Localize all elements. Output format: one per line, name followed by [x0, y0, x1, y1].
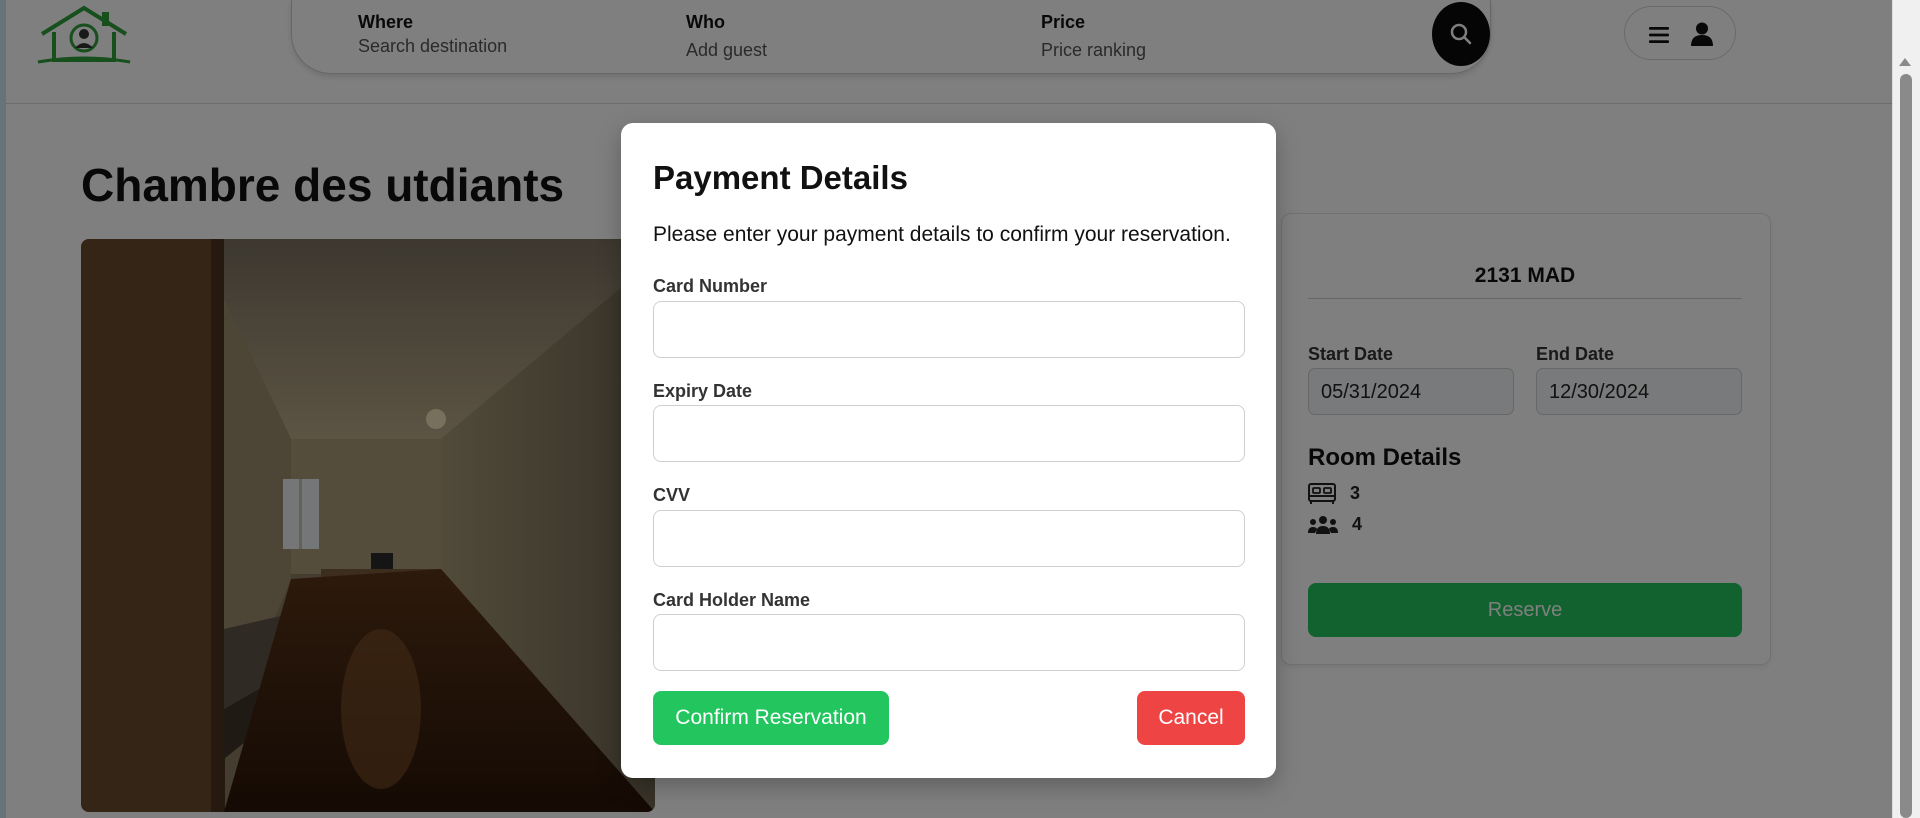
expiry-date-input[interactable]: [653, 405, 1245, 462]
page: Where Search destination Who Add guest P…: [0, 0, 1920, 818]
scrollbar[interactable]: [1892, 0, 1920, 818]
expiry-date-label: Expiry Date: [653, 381, 753, 401]
cvv-label: CVV: [653, 485, 691, 505]
cvv-input[interactable]: [653, 510, 1245, 567]
scroll-up-arrow-icon[interactable]: [1899, 58, 1911, 66]
card-holder-label: Card Holder Name: [653, 590, 811, 610]
card-holder-input[interactable]: [653, 614, 1245, 671]
payment-modal: Payment Details Please enter your paymen…: [621, 123, 1276, 778]
modal-title: Payment Details: [653, 159, 908, 196]
confirm-reservation-button[interactable]: Confirm Reservation: [653, 691, 889, 745]
modal-description: Please enter your payment details to con…: [653, 223, 1231, 246]
cancel-button[interactable]: Cancel: [1137, 691, 1245, 745]
card-number-label: Card Number: [653, 276, 768, 296]
scrollbar-thumb[interactable]: [1900, 74, 1912, 818]
card-number-input[interactable]: [653, 301, 1245, 358]
